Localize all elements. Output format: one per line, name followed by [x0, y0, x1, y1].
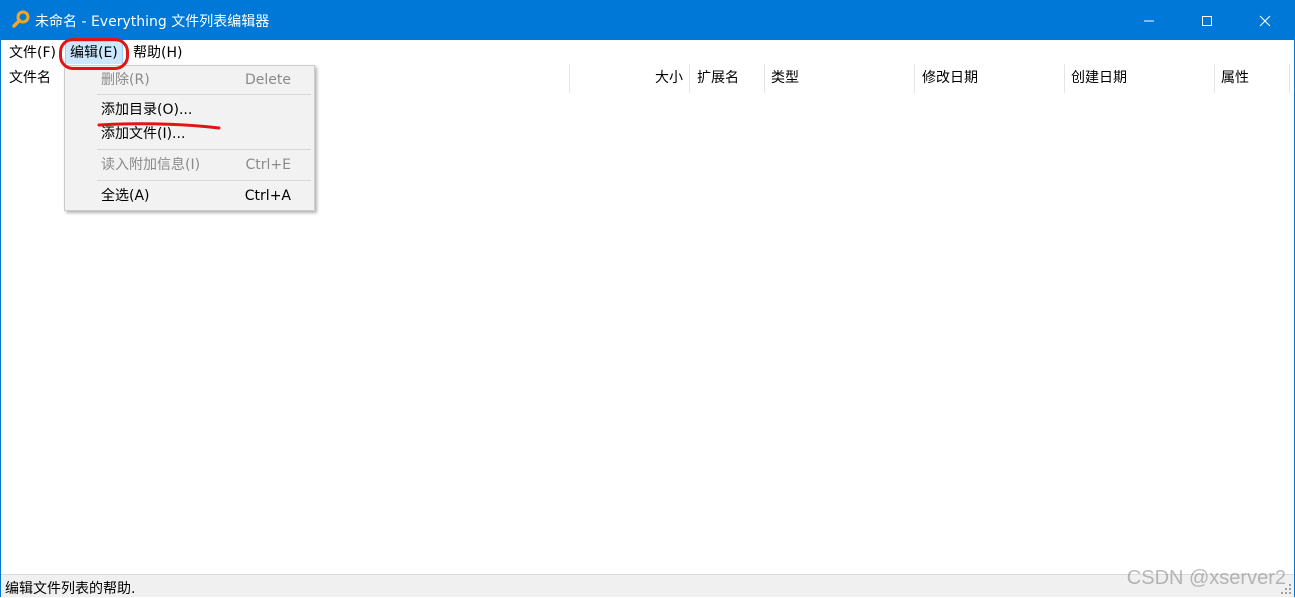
menu-item-read-info-shortcut: Ctrl+E	[245, 157, 292, 173]
minimize-icon	[1144, 20, 1154, 21]
menu-item-add-folder-label: 添加目录(O)...	[101, 102, 193, 118]
menu-help[interactable]: 帮助(H)	[131, 43, 184, 63]
window-title: 未命名 - Everything 文件列表编辑器	[35, 14, 270, 30]
column-header-extension[interactable]: 扩展名	[690, 64, 765, 93]
menu-edit[interactable]: 编辑(E)	[65, 41, 123, 65]
menu-item-add-file[interactable]: 添加文件(I)...	[65, 122, 314, 146]
menu-separator	[97, 94, 311, 95]
menu-item-select-all-label: 全选(A)	[101, 188, 150, 204]
menu-item-delete-label: 删除(R)	[101, 72, 150, 88]
close-button[interactable]	[1236, 1, 1294, 40]
everything-search-icon	[11, 10, 31, 30]
status-text: 编辑文件列表的帮助.	[5, 581, 136, 597]
title-bar[interactable]: 未命名 - Everything 文件列表编辑器	[1, 1, 1294, 40]
menu-separator	[97, 180, 311, 181]
menu-bar: 文件(F) 编辑(E) 帮助(H)	[1, 40, 1294, 65]
menu-item-add-folder[interactable]: 添加目录(O)...	[65, 98, 314, 122]
column-header-type[interactable]: 类型	[765, 64, 915, 93]
menu-item-add-file-label: 添加文件(I)...	[101, 126, 186, 142]
minimize-button[interactable]	[1120, 1, 1178, 40]
watermark: CSDN @xserver2	[1126, 567, 1286, 589]
menu-item-select-all[interactable]: 全选(A) Ctrl+A	[65, 184, 314, 208]
column-header-created-date[interactable]: 创建日期	[1065, 64, 1215, 93]
column-header-attributes[interactable]: 属性	[1215, 64, 1290, 93]
status-bar: 编辑文件列表的帮助.	[1, 574, 1294, 597]
menu-item-read-info-label: 读入附加信息(I)	[101, 157, 201, 173]
menu-item-delete-shortcut: Delete	[245, 72, 291, 88]
maximize-icon	[1202, 15, 1212, 26]
menu-file[interactable]: 文件(F)	[7, 43, 58, 63]
menu-item-read-info: 读入附加信息(I) Ctrl+E	[65, 153, 314, 177]
menu-item-delete: 删除(R) Delete	[65, 68, 314, 92]
column-header-size[interactable]: 大小	[570, 64, 690, 93]
column-header-modified-date[interactable]: 修改日期	[915, 64, 1065, 93]
menu-item-select-all-shortcut: Ctrl+A	[244, 188, 291, 204]
menu-separator	[97, 149, 311, 150]
app-window: 未命名 - Everything 文件列表编辑器 文件(F) 编辑(E) 帮助(…	[0, 0, 1295, 597]
edit-menu-dropdown: 删除(R) Delete 添加目录(O)... 添加文件(I)... 读入附加信…	[64, 65, 315, 211]
maximize-button[interactable]	[1178, 1, 1236, 40]
close-icon	[1259, 15, 1271, 26]
